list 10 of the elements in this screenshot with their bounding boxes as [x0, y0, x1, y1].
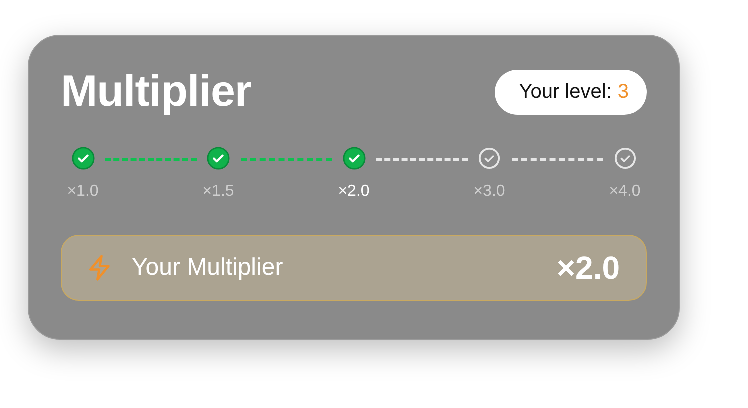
step-label: ×1.0	[67, 183, 99, 201]
level-label: Your level:	[519, 80, 612, 104]
level-value: 3	[618, 80, 629, 104]
step-label: ×1.5	[202, 183, 234, 201]
step-label: ×2.0	[338, 183, 370, 201]
multiplier-label: Your Multiplier	[132, 254, 284, 282]
multiplier-value: ×2.0	[556, 250, 620, 286]
step-label: ×3.0	[474, 183, 506, 201]
card-title: Multiplier	[61, 67, 252, 117]
step-label: ×4.0	[609, 183, 641, 201]
